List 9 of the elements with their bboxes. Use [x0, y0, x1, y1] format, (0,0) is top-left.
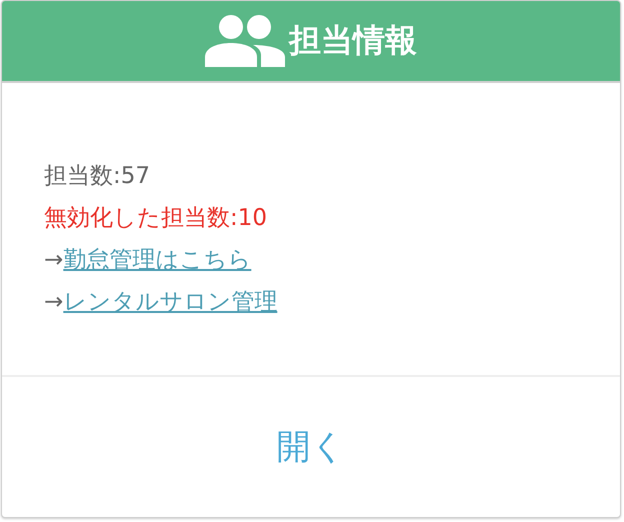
arrow-text: → [44, 247, 64, 273]
people-icon [205, 15, 285, 67]
link[interactable]: 勤怠管理はこちら [63, 247, 252, 273]
link[interactable]: レンタルサロン管理 [63, 289, 278, 315]
open-button[interactable]: 開く [268, 420, 354, 474]
card-title: 担当情報 [289, 20, 417, 61]
disabled-count-text: 無効化した担当数:10 [44, 204, 268, 233]
count-text: 担当数:57 [44, 162, 152, 191]
arrow-text: → [44, 289, 64, 315]
